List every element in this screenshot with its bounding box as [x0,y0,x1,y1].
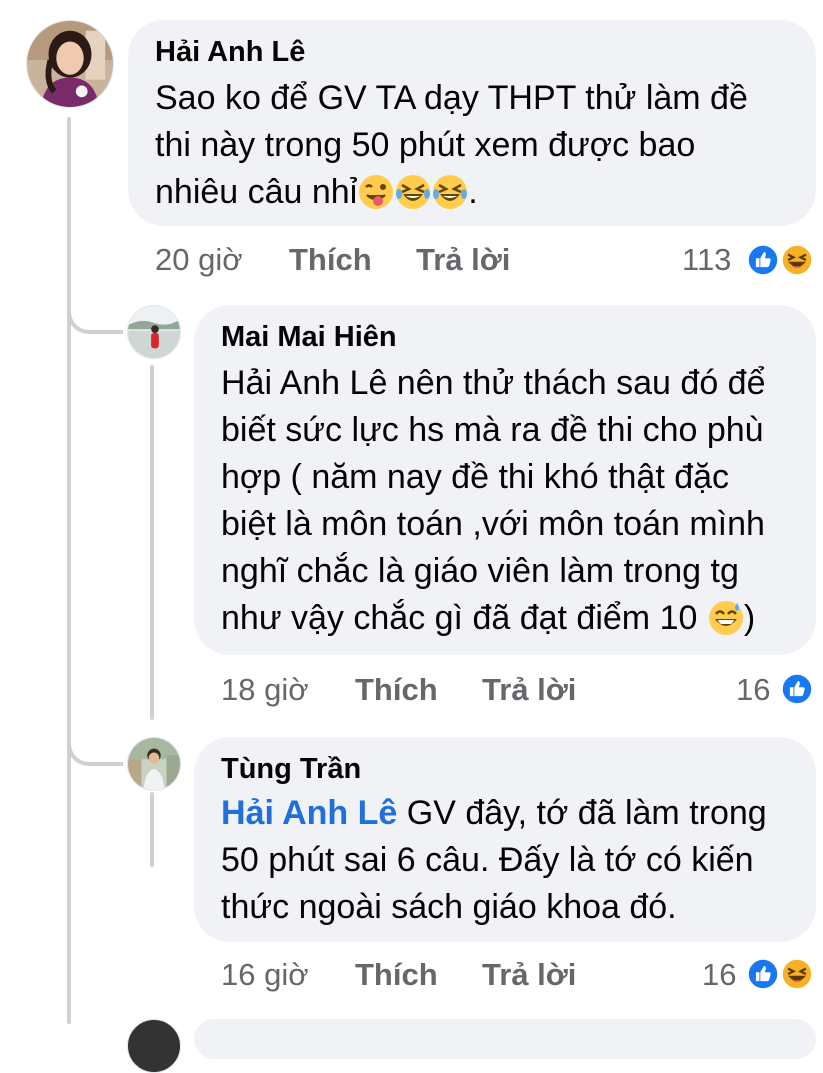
thread-line-reply-1 [150,365,154,720]
comment-text-line-end: như vậy chắc gì đã đạt điểm 10 [221,599,707,637]
thread-line-reply-2 [150,792,154,867]
haha-reaction-icon[interactable] [779,956,815,992]
haha-reaction-icon[interactable] [779,242,815,278]
like-button[interactable]: Thích [355,672,438,708]
comment-author[interactable]: Tùng Trần [221,752,361,786]
comment-text-line: biệt là môn toán ,với môn toán mình [221,505,765,543]
comment-text-line: 50 phút sai 6 câu. Đấy là tớ có kiến [221,841,754,879]
comment-timestamp[interactable]: 16 giờ [221,957,309,993]
reaction-count[interactable]: 16 [702,957,736,993]
sweat-smile-emoji [708,600,744,636]
reply-button[interactable]: Trả lời [482,957,576,993]
like-reaction-icon[interactable] [745,956,781,992]
comment-text-line-rest: GV đây, tớ đã làm trong [397,794,767,832]
avatar-tung-tran[interactable] [127,737,181,791]
like-reaction-icon[interactable] [779,671,815,707]
comment-text-line: biết sức lực hs mà ra đề thi cho phù [221,411,764,449]
comment-text-line: hợp ( năm nay đề thi khó thật đặc [221,458,730,496]
reply-button[interactable]: Trả lời [482,672,576,708]
comment-author[interactable]: Hải Anh Lê [155,35,305,69]
next-comment-bubble [194,1019,816,1059]
next-comment-avatar[interactable] [127,1019,181,1073]
comment-text-line: thức ngoài sách giáo khoa đó. [221,888,677,926]
comment-text-line: nghĩ chắc là giáo viên làm trong tg [221,552,739,590]
comment-author[interactable]: Mai Mai Hiên [221,320,397,354]
thread-connector-reply-1 [67,290,123,334]
comment-text: Hải Anh Lê nên thử thách sau đó để biết … [221,360,766,642]
winking-tongue-emoji [358,174,394,210]
mention-link[interactable]: Hải Anh Lê [221,794,397,832]
like-button[interactable]: Thích [289,242,372,278]
comment-text: Sao ko để GV TA dạy THPT thử làm đề thi … [155,75,748,216]
comment-text-line: Hải Anh Lê nên thử thách sau đó để [221,364,766,402]
reaction-count[interactable]: 113 [682,242,731,278]
comment-text-line: thi này trong 50 phút xem được bao [155,126,696,164]
rolling-laughing-emoji [395,174,431,210]
thread-connector-reply-2 [67,720,123,766]
comment-text-line: như vậy chắc gì đã đạt điểm 10 ) [221,595,766,642]
like-reaction-icon[interactable] [745,242,781,278]
thread-line-main [67,117,71,1024]
reaction-count[interactable]: 16 [736,672,770,708]
like-button[interactable]: Thích [355,957,438,993]
comment-text-line-end: nhiêu câu nhỉ [155,173,358,211]
comment-timestamp[interactable]: 18 giờ [221,672,309,708]
comment-text: Hải Anh Lê GV đây, tớ đã làm trong 50 ph… [221,790,767,931]
comment-timestamp[interactable]: 20 giờ [155,242,243,278]
comment-text-end: . [468,173,478,211]
rolling-laughing-emoji [432,174,468,210]
comment-text-end: ) [743,599,756,637]
avatar-hai-anh-le[interactable] [26,20,114,108]
comment-text-line: Hải Anh Lê GV đây, tớ đã làm trong [221,790,767,837]
comment-text-line: nhiêu câu nhỉ. [155,169,748,216]
avatar-mai-mai-hien[interactable] [127,305,181,359]
reply-button[interactable]: Trả lời [416,242,510,278]
comment-text-line: Sao ko để GV TA dạy THPT thử làm đề [155,79,748,117]
